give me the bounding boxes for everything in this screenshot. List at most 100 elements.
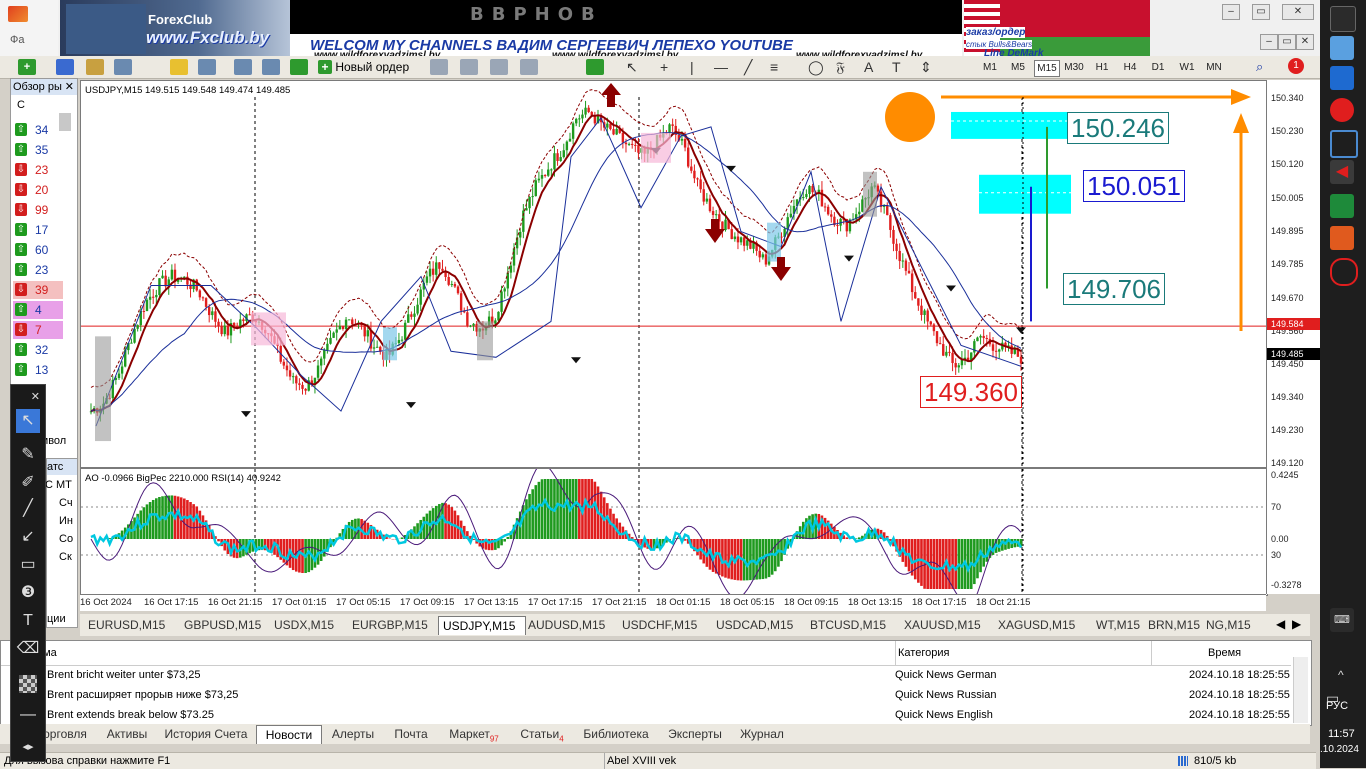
collapse-icon[interactable]: ◂▸ [16,735,40,759]
symbol-tab[interactable]: EURGBP,M15 [348,616,438,634]
close-icon[interactable]: ✕ [65,79,74,95]
sound-icon[interactable]: ◀ [1330,160,1354,184]
chart-restore-button[interactable]: ▭ [1278,34,1296,50]
terminal-tab[interactable]: Активы [98,725,156,743]
tf-mn[interactable]: MN [1202,60,1226,75]
chart-minimize-button[interactable]: – [1260,34,1278,50]
text-tool-icon[interactable]: A [864,59,873,75]
market-watch-row[interactable]: ⇩20 [13,181,63,199]
symbol-tab[interactable]: AUDUSD,M15 [524,616,618,634]
market-watch-row[interactable]: ⇧23 [13,261,63,279]
tile-icon[interactable] [490,59,508,75]
hline-icon[interactable]: — [714,59,728,75]
col-category[interactable]: Категория [895,641,949,665]
market-watch-row[interactable]: ⇩7 [13,321,63,339]
navigator-item[interactable]: С МТ [45,479,72,491]
record-icon[interactable] [1330,258,1358,286]
symbol-tab[interactable]: XAUUSD,M15 [900,616,994,634]
line-tool-icon[interactable]: ╱ [16,497,40,521]
zoom-in-icon[interactable] [430,59,448,75]
symbol-tab[interactable]: USDJPY,M15 [438,616,526,635]
pencil-tool-icon[interactable]: ✎ [16,443,40,467]
market-watch-row[interactable]: ⇩39 [13,281,63,299]
symbol-tab[interactable]: NG,M15 [1202,616,1262,634]
symbol-tab[interactable]: BRN,M15 [1144,616,1202,634]
app-close-button[interactable]: ✕ [1282,4,1314,20]
new-order-button[interactable]: + Новый ордер [318,59,414,75]
tray-chevron-icon[interactable]: ^ [1338,668,1344,682]
tester-icon[interactable] [234,59,252,75]
market-watch-row[interactable]: ⇧13 [13,361,63,379]
indicators-icon[interactable] [586,59,604,75]
channel-icon[interactable]: ≡ [770,59,778,75]
terminal-tab[interactable]: История Счета [160,725,252,743]
fibo-icon[interactable]: 𝔉 [836,59,845,76]
tf-h1[interactable]: H1 [1092,60,1112,75]
word-icon[interactable] [1330,66,1354,90]
symbol-tab[interactable]: BTCUSD,M15 [806,616,900,634]
rectangle-tool-icon[interactable]: ▭ [16,553,40,577]
terminal-tab[interactable]: Алерты [324,725,382,743]
chart-shift-icon[interactable] [520,59,538,75]
history-icon[interactable] [262,59,280,75]
search-icon[interactable]: ⌕ [1256,59,1263,75]
keyboard-icon[interactable]: ⌨ [1330,608,1354,632]
ao-rsi-chart[interactable] [81,469,1267,595]
language-indicator[interactable]: РУС [1326,700,1348,712]
line-width-icon[interactable]: — [16,703,40,727]
symbol-tab[interactable]: GBPUSD,M15 [180,616,270,634]
terminal-tab[interactable]: Почта [386,725,436,743]
terminal-tab[interactable]: Библиотека [576,725,656,743]
terminal-tab[interactable]: Статьи4 [512,725,572,743]
terminal-tab[interactable]: Новости [256,725,322,744]
col-time[interactable]: Время [1151,641,1298,665]
market-watch-row[interactable]: ⇧4 [13,301,63,319]
tf-m5[interactable]: M5 [1008,60,1028,75]
symbol-tab[interactable]: USDX,M15 [270,616,348,634]
symbol-tab[interactable]: XAGUSD,M15 [994,616,1092,634]
zoom-out-icon[interactable] [460,59,478,75]
clock-time[interactable]: 11:57 [1328,728,1355,740]
explorer-icon[interactable] [1330,36,1354,60]
market-watch-row[interactable]: ⇩99 [13,201,63,219]
tf-m1[interactable]: M1 [980,60,1000,75]
price-axis[interactable]: 150.340150.230150.120150.005149.895149.7… [1266,80,1321,594]
eraser-tool-icon[interactable]: ⌫ [16,637,40,661]
profiles-icon[interactable] [56,59,74,75]
opera-icon[interactable] [1330,98,1354,122]
ellipse-icon[interactable]: ◯ [808,59,824,76]
symbol-tab[interactable]: WT,M15 [1092,616,1144,634]
market-watch-row[interactable]: ⇧35 [13,141,63,159]
favorites-icon[interactable] [170,59,188,75]
new-chart-icon[interactable]: + [18,59,36,75]
news-row[interactable]: Brent extends break below $73.25 Quick N… [1,705,1291,725]
notification-badge[interactable]: 1 [1288,58,1304,74]
label-tool-icon[interactable]: T [892,59,901,75]
brush-tool-icon[interactable]: ✐ [16,471,40,495]
tf-w1[interactable]: W1 [1176,60,1198,75]
arrow-tool-icon[interactable]: ⇕ [920,59,932,76]
navigator-item[interactable]: Со [59,533,73,545]
navigator-item[interactable]: Ск [59,551,72,563]
market-watch-row[interactable]: ⇧34 [13,121,63,139]
close-icon[interactable]: ✕ [16,385,40,409]
tabs-scroll-left-icon[interactable]: ◀ [1276,617,1285,631]
news-row[interactable]: Brent расширяет прорыв ниже $73,25 Quick… [1,685,1291,705]
terminal-tab[interactable]: Маркет97 [440,725,508,743]
navigator-icon[interactable] [86,59,104,75]
app-minimize-button[interactable]: – [1222,4,1240,20]
crosshair-icon[interactable]: + [660,59,668,75]
vline-icon[interactable]: | [690,59,694,75]
indicator-pane[interactable]: AO -0.0966 BigPec 2210.000 RSI(14) 40.92… [80,468,1268,596]
tf-m15[interactable]: M15 [1034,60,1060,77]
terminal-scrollbar[interactable] [1293,657,1308,723]
app-icon[interactable] [1330,130,1358,158]
market-watch-row[interactable]: ⇧60 [13,241,63,259]
navigator-item[interactable]: Сч [59,497,73,509]
arrow-tool-icon[interactable]: ↙ [16,525,40,549]
symbol-tab[interactable]: USDCHF,M15 [618,616,712,634]
navigator-bottom-tab[interactable]: ции [47,613,66,625]
trendline-icon[interactable]: ╱ [744,59,752,76]
tf-d1[interactable]: D1 [1148,60,1168,75]
market-watch-row[interactable]: ⇧32 [13,341,63,359]
